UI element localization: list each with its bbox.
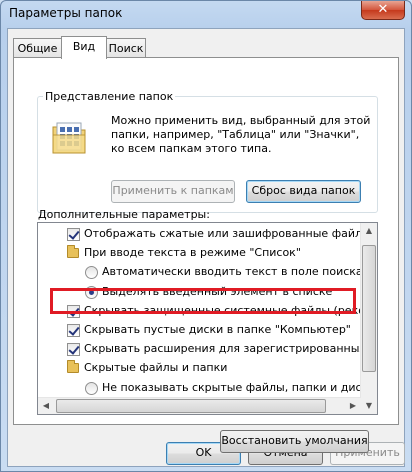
tab-search-label: Поиск (108, 42, 144, 55)
settings-row[interactable]: Не показывать скрытые файлы, папки и дис… (38, 380, 368, 396)
checkbox[interactable] (67, 228, 80, 241)
settings-row[interactable]: Скрывать пустые диски в папке "Компьютер… (38, 322, 368, 338)
radio-button[interactable] (85, 381, 98, 395)
settings-row-label: Отображать сжатые или зашифрованные файл… (84, 227, 368, 240)
folder-view-description: Можно применить вид, выбранный для этой … (111, 114, 371, 155)
folder-view-icon (52, 122, 86, 154)
apply-to-folders-button[interactable]: Применить к папкам (111, 180, 235, 203)
folder-view-title: Представление папок (43, 90, 176, 103)
dialog-client-area: Общие Вид Поиск Представление папок Можн… (7, 28, 405, 467)
settings-row-label: Автоматически вводить текст в поле поиск… (102, 265, 363, 279)
checkbox[interactable] (67, 343, 80, 357)
tab-general-label: Общие (17, 42, 58, 55)
checkbox[interactable] (67, 324, 80, 337)
tab-search[interactable]: Поиск (106, 38, 146, 58)
tab-general[interactable]: Общие (13, 38, 62, 58)
settings-row-label: При вводе текста в режиме "Список" (84, 246, 301, 260)
close-icon: ✕ (377, 2, 389, 17)
title-bar[interactable]: Параметры папок ✕ (1, 1, 411, 25)
settings-row-label: Скрывать расширения для зарегистрированн… (84, 342, 368, 356)
folder-icon (67, 360, 79, 374)
scroll-left-icon[interactable]: ◀ (38, 398, 54, 414)
highlight-annotation (50, 288, 356, 314)
settings-row[interactable]: Скрывать расширения для зарегистрированн… (38, 341, 368, 357)
vertical-scroll-thumb[interactable] (362, 245, 376, 372)
advanced-settings-tree[interactable]: Отображать сжатые или зашифрованные файл… (37, 222, 378, 415)
scroll-right-icon[interactable]: ▶ (345, 398, 361, 414)
settings-row-label: Не показывать скрытые файлы, папки и дис… (102, 380, 368, 394)
scroll-down-icon[interactable]: ▼ (361, 398, 377, 414)
folder-options-window: Параметры папок ✕ Общие Вид Поиск Предст… (0, 0, 412, 472)
settings-row-label: Скрывать пустые диски в папке "Компьютер… (84, 323, 351, 336)
tab-view[interactable]: Вид (61, 36, 107, 59)
tab-view-label: Вид (72, 40, 96, 53)
advanced-settings-label: Дополнительные параметры: (38, 208, 210, 221)
folder-view-group: Представление папок Можно применить вид,… (37, 90, 378, 213)
horizontal-scrollbar[interactable]: ◀ ▶ (38, 397, 361, 414)
window-title: Параметры папок (9, 6, 123, 20)
settings-row[interactable]: Автоматически вводить текст в поле поиск… (38, 264, 368, 280)
settings-row[interactable]: Скрытые файлы и папки (38, 360, 368, 376)
scroll-up-icon[interactable]: ▲ (361, 223, 377, 239)
folder-icon (67, 245, 79, 259)
horizontal-scroll-thumb[interactable] (56, 399, 326, 413)
settings-row[interactable]: Отображать сжатые или зашифрованные файл… (38, 226, 368, 242)
radio-button[interactable] (85, 266, 98, 280)
reset-folders-button[interactable]: Сброс вида папок (246, 180, 361, 203)
view-tab-panel: Представление папок Можно применить вид,… (13, 57, 399, 453)
close-button[interactable]: ✕ (361, 1, 405, 20)
settings-row-label: Скрытые файлы и папки (84, 361, 228, 375)
restore-defaults-button[interactable]: Восстановить умолчания (220, 430, 369, 453)
settings-row[interactable]: При вводе текста в режиме "Список" (38, 245, 368, 261)
vertical-scrollbar[interactable]: ▲ ▼ (360, 223, 377, 414)
